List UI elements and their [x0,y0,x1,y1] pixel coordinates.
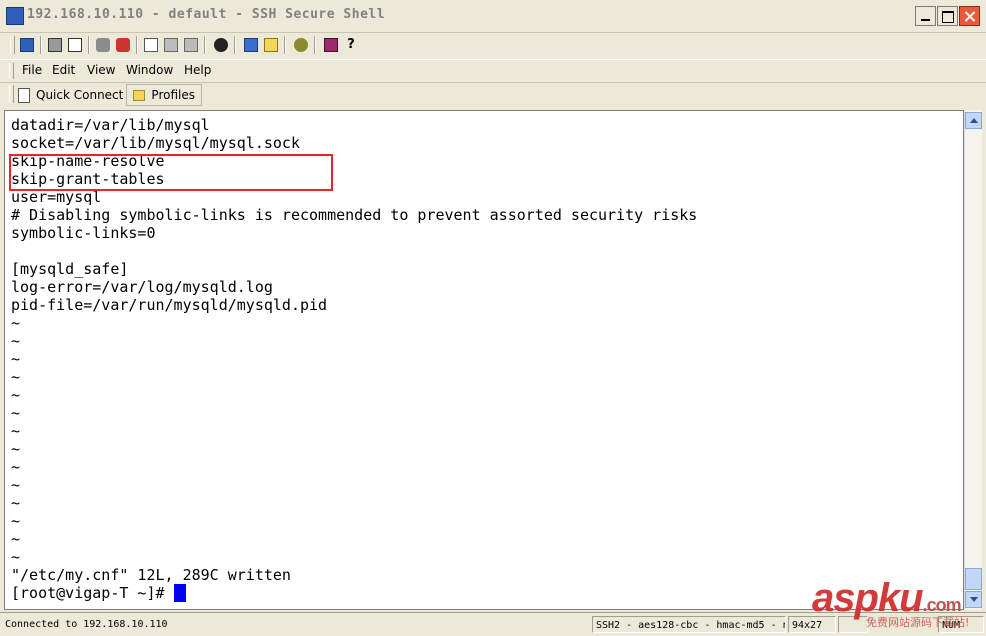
terminal-line: ~ [11,530,21,548]
terminal-line: datadir=/var/lib/mysql [11,116,210,134]
menu-help[interactable]: Help [184,63,211,77]
terminal-line: [mysqld_safe] [11,260,129,278]
close-button[interactable] [959,6,980,26]
scroll-up-button[interactable] [965,112,982,129]
terminal-line: ~ [11,494,21,512]
scroll-thumb[interactable] [965,568,982,590]
help-book-icon[interactable] [322,36,340,54]
connect-icon[interactable] [94,36,112,54]
terminal-line: [root@vigap-T ~]# [11,584,174,602]
save-icon[interactable] [18,36,36,54]
terminal-line: ~ [11,548,21,566]
menu-file[interactable]: File [22,63,42,77]
print-preview-icon[interactable] [66,36,84,54]
watermark-subtitle: 免费网站源码下载站! [866,616,970,629]
terminal-line: ~ [11,458,21,476]
app-icon[interactable] [6,7,24,25]
terminal-line: ~ [11,440,21,458]
paste-alt-icon[interactable] [182,36,200,54]
terminal-line: pid-file=/var/run/mysqld/mysqld.pid [11,296,328,314]
new-terminal-icon[interactable] [242,36,260,54]
paste-icon[interactable] [162,36,180,54]
terminal-line: ~ [11,512,21,530]
toolbar-separator [284,36,286,54]
toolbar-separator [234,36,236,54]
minimize-button[interactable] [915,6,936,26]
terminal-area[interactable]: datadir=/var/lib/mysql socket=/var/lib/my… [4,110,964,610]
settings-icon[interactable] [292,36,310,54]
maximize-button[interactable] [937,6,958,26]
terminal-line: ~ [11,314,21,332]
menu-edit[interactable]: Edit [52,63,75,77]
status-connection: Connected to 192.168.10.110 [5,619,168,630]
menu-window[interactable]: Window [126,63,173,77]
terminal-line: symbolic-links=0 [11,224,156,242]
quick-connect-icon [18,87,30,103]
scroll-down-button[interactable] [965,591,982,608]
terminal-line: ~ [11,404,21,422]
terminal-line: # Disabling symbolic-links is recommende… [11,206,698,224]
context-help-icon[interactable]: ? [342,36,360,54]
profiles-button[interactable]: Profiles [126,84,202,106]
quick-connect-label: Quick Connect [36,88,124,102]
terminal-line: ~ [11,386,21,404]
terminal-line: "/etc/my.cnf" 12L, 289C written [11,566,291,584]
new-file-transfer-icon[interactable] [262,36,280,54]
toolbar-grip[interactable] [10,36,15,54]
title-bar[interactable]: 192.168.10.110 - default - SSH Secure Sh… [0,0,986,33]
terminal-line: socket=/var/lib/mysql/mysql.sock [11,134,300,152]
terminal-line: ~ [11,332,21,350]
quick-connect-button[interactable]: Quick Connect [18,84,123,106]
menu-bar: File Edit View Window Help [0,59,986,83]
menu-view[interactable]: View [87,63,115,77]
vertical-scrollbar[interactable] [964,110,982,610]
menu-grip[interactable] [9,63,14,79]
quick-connect-bar: Quick Connect Profiles [0,82,986,108]
terminal-line: ~ [11,422,21,440]
folder-icon [133,89,146,101]
terminal-line: ~ [11,350,21,368]
toolbar-separator [40,36,42,54]
toolbar-separator [204,36,206,54]
profiles-label: Profiles [151,88,195,102]
terminal-cursor [173,584,186,602]
terminal-line: log-error=/var/log/mysqld.log [11,278,273,296]
copy-icon[interactable] [142,36,160,54]
toolbar-separator [136,36,138,54]
highlight-annotation [9,154,333,191]
terminal-line: ~ [11,476,21,494]
quickbar-grip[interactable] [9,85,14,103]
main-toolbar: ? [6,32,382,58]
toolbar-separator [88,36,90,54]
terminal-line: ~ [11,368,21,386]
status-cipher: SSH2 - aes128-cbc - hmac-md5 - n [592,616,786,633]
print-icon[interactable] [46,36,64,54]
toolbar-separator [314,36,316,54]
disconnect-icon[interactable] [114,36,132,54]
watermark-tld: .com [922,595,962,615]
window-title: 192.168.10.110 - default - SSH Secure Sh… [27,7,386,22]
find-icon[interactable] [212,36,230,54]
